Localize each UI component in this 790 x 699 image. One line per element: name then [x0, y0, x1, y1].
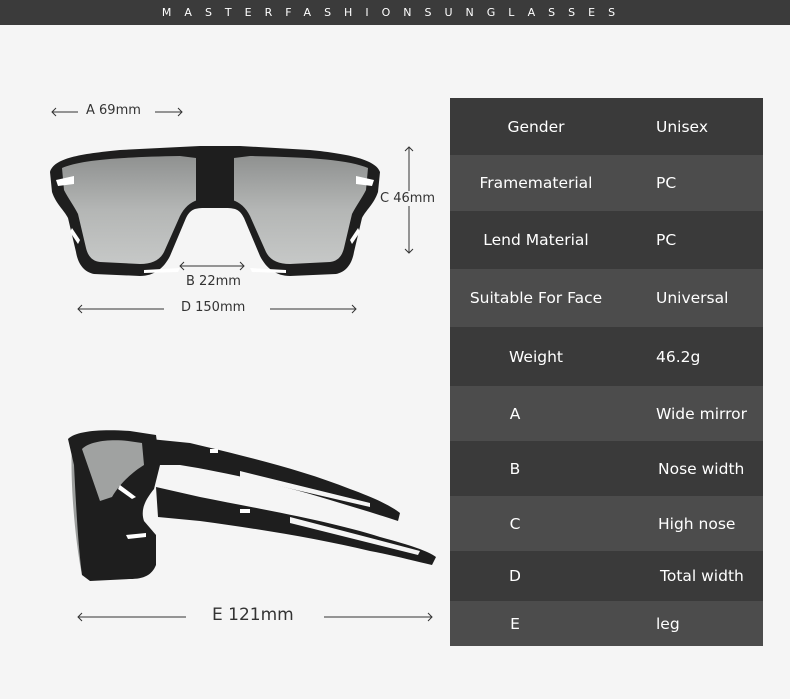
spec-key: C [509, 514, 521, 533]
spec-row-b: B Nose width [450, 441, 763, 496]
dimension-a-label: A 69mm [86, 103, 141, 118]
dimension-c-label: C 46mm [380, 191, 436, 206]
dimension-d-label: D 150mm [181, 300, 246, 315]
spec-key: A [509, 404, 521, 423]
spec-key: Lend Material [483, 231, 589, 249]
spec-key: B [509, 459, 521, 478]
glasses-side-view [68, 430, 436, 581]
spec-value: PC [656, 174, 677, 192]
spec-row-e: E leg [450, 601, 763, 646]
spec-value: Total width [660, 567, 744, 585]
arm-vent-icon [240, 509, 250, 513]
spec-key: Gender [507, 117, 565, 136]
spec-key: Weight [508, 347, 563, 366]
spec-row-a: A Wide mirror [450, 386, 763, 441]
spec-value: leg [656, 614, 680, 633]
spec-value: 46.2g [656, 347, 701, 366]
hinge-vent-icon [210, 449, 218, 453]
spec-value: PC [656, 231, 677, 249]
spec-table: Gender Unisex Framematerial PC Lend Mate… [450, 98, 763, 646]
spec-key: D [509, 567, 521, 585]
nose-bridge [196, 154, 234, 206]
spec-value: Wide mirror [656, 404, 747, 423]
dimension-b-label: B 22mm [186, 274, 241, 289]
spec-value: Nose width [658, 459, 745, 478]
spec-row-gender: Gender Unisex [450, 98, 763, 155]
spec-row-suitable-for-face: Suitable For Face Universal [450, 269, 763, 327]
dimension-b-arrows [179, 261, 245, 271]
spec-value: High nose [658, 514, 736, 533]
spec-key: Suitable For Face [469, 289, 603, 307]
spec-row-framematerial: Framematerial PC [450, 155, 763, 211]
spec-value: Unisex [656, 117, 708, 136]
spec-row-weight: Weight 46.2g [450, 327, 763, 386]
spec-row-c: C High nose [450, 496, 763, 551]
spec-row-d: D Total width [450, 551, 763, 601]
spec-row-lend-material: Lend Material PC [450, 211, 763, 269]
dimension-e-label: E 121mm [212, 605, 294, 625]
spec-key: Framematerial [479, 174, 593, 192]
lower-temple [156, 487, 436, 565]
spec-value: Universal [656, 289, 729, 307]
spec-key: E [510, 614, 520, 633]
brand-banner: MASTERFASHIONSUNGLASSES [0, 0, 790, 25]
